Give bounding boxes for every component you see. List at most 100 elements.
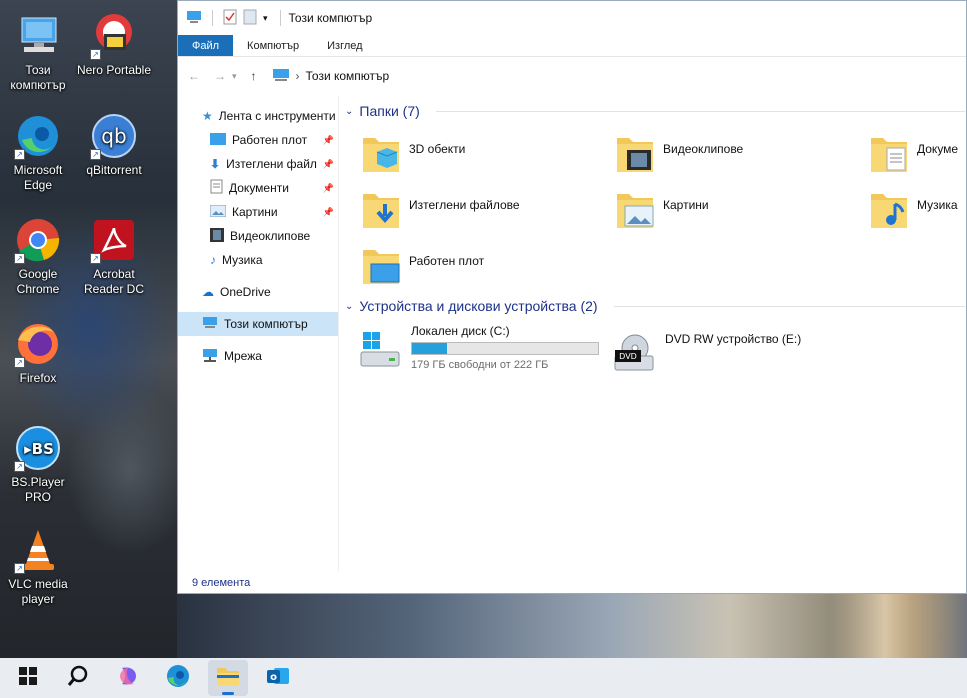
dvd-badge: DVD xyxy=(619,352,637,361)
pin-icon[interactable]: 📌 xyxy=(323,159,334,170)
file-explorer-taskbar-button[interactable] xyxy=(208,660,248,696)
folder-download-icon xyxy=(361,188,401,232)
dvd-drive-icon: DVD xyxy=(613,334,655,376)
nav-item-documents[interactable]: Документи 📌 xyxy=(178,176,338,200)
drive-c[interactable]: Локален диск (C:) 179 ГБ свободни от 222… xyxy=(359,324,599,372)
content-pane: ⌄ Папки (7) 3D обекти Видеоклипове Докум… xyxy=(339,96,967,571)
edge-icon xyxy=(166,664,190,693)
acrobat-icon: ↗ xyxy=(90,216,138,264)
back-arrow-icon[interactable]: ← xyxy=(188,69,200,83)
desktop-icon-acrobat[interactable]: ↗ Acrobat Reader DC xyxy=(76,216,152,297)
tab-computer[interactable]: Компютър xyxy=(233,35,313,56)
pin-icon[interactable]: 📌 xyxy=(323,183,334,194)
desktop-icon xyxy=(210,132,226,148)
music-note-icon: ♪ xyxy=(210,253,216,267)
cloud-icon: ☁ xyxy=(202,285,214,299)
svg-text:qb: qb xyxy=(101,124,126,148)
pin-icon[interactable]: 📌 xyxy=(323,135,334,146)
address-bar[interactable]: › Този компютър xyxy=(271,67,391,86)
document-icon xyxy=(210,179,223,197)
chevron-down-icon: ⌄ xyxy=(345,105,354,117)
firefox-icon: ↗ xyxy=(14,320,62,368)
quick-access-toolbar: ▾ xyxy=(186,9,268,28)
bsplayer-icon: ▸BS ↗ xyxy=(14,424,62,472)
star-icon: ★ xyxy=(202,109,213,123)
breadcrumb-separator: › xyxy=(295,69,300,83)
file-explorer-icon xyxy=(216,665,240,692)
desktop-icon-this-pc[interactable]: Този компютър xyxy=(0,12,76,93)
status-bar: 9 елемента xyxy=(192,577,251,589)
computer-icon xyxy=(272,68,290,85)
nav-item-videos[interactable]: Видеоклипове xyxy=(178,224,338,248)
nav-item-pictures[interactable]: Картини 📌 xyxy=(178,200,338,224)
computer-icon xyxy=(14,12,62,60)
picture-icon xyxy=(209,204,227,220)
address-bar-row: ← → ▾ ↑ › Този компютър xyxy=(178,57,966,95)
windows-start-icon xyxy=(18,666,38,691)
nav-item-music[interactable]: ♪ Музика xyxy=(178,248,338,272)
drive-e-name: DVD RW устройство (E:) xyxy=(665,332,802,346)
nav-quick-access[interactable]: ★ Лента с инструменти xyxy=(178,104,338,128)
copilot-button[interactable] xyxy=(108,660,148,696)
windows-drive-icon xyxy=(359,330,401,372)
nav-item-downloads[interactable]: ⬇ Изтеглени файл 📌 xyxy=(178,152,338,176)
desktop-icon-bsplayer[interactable]: ▸BS ↗ BS.Player PRO xyxy=(0,424,76,505)
file-explorer-window: ▾ Този компютър Файл Компютър Изглед ← →… xyxy=(177,0,967,594)
folder-documents[interactable]: Докуме xyxy=(869,132,967,176)
taskbar: o xyxy=(0,658,967,698)
folder-3d-objects[interactable]: 3D обекти xyxy=(361,132,601,176)
desktop-icon-qbittorrent[interactable]: qb ↗ qBittorrent xyxy=(76,112,152,178)
chevron-down-icon: ⌄ xyxy=(345,300,354,312)
folder-picture-icon xyxy=(615,188,655,232)
devices-group-header[interactable]: ⌄ Устройства и дискови устройства (2) xyxy=(345,298,965,314)
nav-this-pc[interactable]: Този компютър xyxy=(178,312,338,336)
nav-onedrive[interactable]: ☁ OneDrive xyxy=(178,280,338,304)
outlook-icon: o xyxy=(266,664,290,693)
computer-icon xyxy=(186,10,202,27)
chevron-down-icon[interactable]: ▾ xyxy=(232,71,237,82)
desktop-icon-firefox[interactable]: ↗ Firefox xyxy=(0,320,76,386)
desktop-icon-vlc[interactable]: ↗ VLC media player xyxy=(0,526,76,607)
tab-view[interactable]: Изглед xyxy=(313,35,376,56)
outlook-taskbar-button[interactable]: o xyxy=(258,660,298,696)
drive-c-free-space: 179 ГБ свободни от 222 ГБ xyxy=(411,359,549,371)
desktop-icon-edge[interactable]: ↗ Microsoft Edge xyxy=(0,112,76,193)
drive-c-usage-bar xyxy=(411,342,599,355)
film-icon xyxy=(210,227,224,245)
chevron-down-icon[interactable]: ▾ xyxy=(263,13,268,24)
address-text: Този компютър xyxy=(305,69,390,83)
nav-item-desktop[interactable]: Работен плот 📌 xyxy=(178,128,338,152)
vlc-icon: ↗ xyxy=(14,526,62,574)
pin-icon[interactable]: 📌 xyxy=(323,207,334,218)
navigation-pane: ★ Лента с инструменти Работен плот 📌 ⬇ Из… xyxy=(178,96,338,571)
tab-file[interactable]: Файл xyxy=(178,35,234,56)
drive-c-name: Локален диск (C:) xyxy=(411,324,510,338)
start-button[interactable] xyxy=(8,660,48,696)
folder-desktop-icon xyxy=(361,244,401,288)
copilot-icon xyxy=(116,664,140,693)
desktop-icon-nero[interactable]: ↗ Nero Portable xyxy=(76,12,152,78)
download-arrow-icon: ⬇ xyxy=(210,157,221,171)
svg-text:o: o xyxy=(270,672,277,683)
folder-pictures[interactable]: Картини xyxy=(615,188,855,232)
forward-arrow-icon[interactable]: → xyxy=(214,69,226,83)
title-bar: ▾ Този компютър xyxy=(178,1,966,35)
folder-videos[interactable]: Видеоклипове xyxy=(615,132,855,176)
up-arrow-icon[interactable]: ↑ xyxy=(251,69,257,83)
folder-desktop[interactable]: Работен плот xyxy=(361,244,601,288)
search-icon xyxy=(67,665,89,692)
drive-c-usage-fill xyxy=(412,343,448,354)
nero-icon: ↗ xyxy=(90,12,138,60)
svg-text:▸BS: ▸BS xyxy=(24,440,54,458)
folder-music[interactable]: Музика xyxy=(869,188,967,232)
drive-e[interactable]: DVD DVD RW устройство (E:) xyxy=(613,328,801,376)
new-folder-icon[interactable] xyxy=(243,9,257,28)
edge-taskbar-button[interactable] xyxy=(158,660,198,696)
folders-group-header[interactable]: ⌄ Папки (7) xyxy=(345,103,965,119)
folder-downloads[interactable]: Изтеглени файлове xyxy=(361,188,601,232)
nav-network[interactable]: Мрежа xyxy=(178,344,338,368)
search-button[interactable] xyxy=(58,660,98,696)
chrome-icon: ↗ xyxy=(14,216,62,264)
properties-icon[interactable] xyxy=(223,9,237,28)
desktop-icon-chrome[interactable]: ↗ Google Chrome xyxy=(0,216,76,297)
